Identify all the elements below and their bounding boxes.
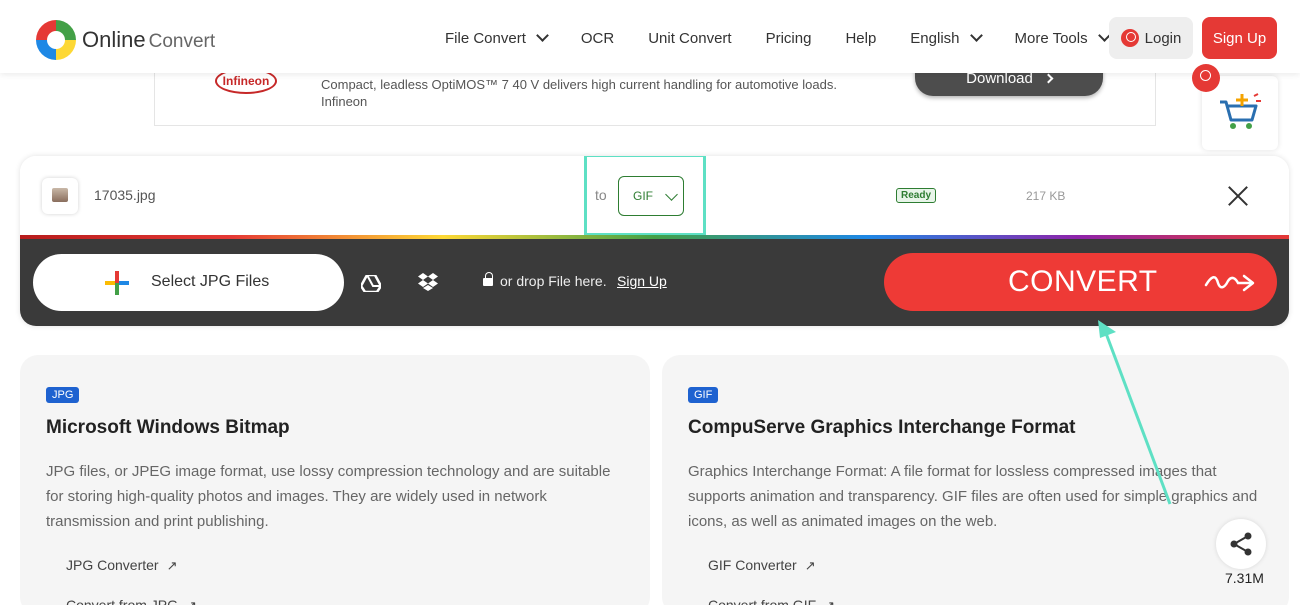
jpg-info-card: JPG Microsoft Windows Bitmap JPG files, … — [20, 355, 650, 605]
select-files-label: Select JPG Files — [151, 273, 270, 290]
card-title: Microsoft Windows Bitmap — [46, 417, 290, 438]
external-link-icon: ↗ — [824, 598, 835, 605]
select-files-button[interactable]: Select JPG Files — [33, 254, 344, 311]
logo-text: Online Convert — [82, 27, 215, 53]
gif-converter-link[interactable]: GIF Converter ↗ — [708, 557, 816, 574]
cart-plus-icon — [1220, 93, 1261, 129]
annotation-arrow — [1098, 320, 1172, 505]
nav-language[interactable]: English — [910, 29, 983, 47]
card-title: CompuServe Graphics Interchange Format — [688, 417, 1076, 438]
chevron-down-icon — [969, 29, 983, 42]
drop-hint: or drop File here. — [500, 273, 607, 289]
file-name: 17035.jpg — [94, 187, 156, 203]
nav-language-label: English — [910, 29, 960, 47]
login-button[interactable]: Login — [1109, 17, 1193, 59]
close-icon[interactable] — [1228, 186, 1248, 206]
share-count: 7.31M — [1225, 570, 1264, 586]
share-button[interactable] — [1216, 519, 1266, 569]
nav-unit-convert[interactable]: Unit Convert — [648, 30, 731, 47]
ad-text: Compact, leadless OptiMOS™ 7 40 V delive… — [321, 76, 837, 110]
link-label: GIF Converter — [708, 557, 797, 573]
external-link-icon: ↗ — [166, 558, 178, 573]
nav-more-tools-label: More Tools — [1014, 29, 1088, 47]
signup-button[interactable]: Sign Up — [1202, 17, 1277, 59]
nav-more-tools[interactable]: More Tools — [1014, 29, 1111, 47]
nav-pricing-label: Pricing — [765, 29, 812, 47]
top-navigation: Online Convert File Convert OCR Unit Conv… — [0, 0, 1300, 73]
signup-label: Sign Up — [1212, 29, 1267, 47]
format-tag: GIF — [688, 387, 719, 403]
convert-label: CONVERT — [1008, 265, 1158, 298]
google-drive-icon[interactable] — [361, 275, 381, 292]
file-size: 217 KB — [1026, 189, 1066, 203]
target-format-select[interactable]: GIF — [618, 176, 684, 216]
card-description: JPG files, or JPEG image format, use los… — [46, 463, 611, 530]
file-thumbnail — [42, 178, 78, 214]
chevron-down-icon — [535, 29, 549, 42]
link-label: Convert from GIF — [708, 597, 817, 605]
status-badge: Ready — [896, 188, 937, 203]
lock-icon — [483, 272, 493, 288]
file-conversion-card: 17035.jpg to GIF Ready 217 KB Select JPG… — [20, 156, 1289, 326]
convert-arrow-icon — [1204, 274, 1255, 292]
plus-icon — [105, 271, 129, 295]
logo-main-text: Online — [82, 27, 146, 52]
link-label: Convert from JPG — [66, 597, 179, 605]
ad-line-2: Infineon — [321, 94, 368, 109]
jpg-converter-link[interactable]: JPG Converter ↗ — [66, 557, 178, 574]
upload-bar: Select JPG Files or drop File here. Sign… — [20, 239, 1289, 326]
external-link-icon: ↗ — [804, 558, 816, 573]
format-tag: JPG — [46, 387, 80, 403]
card-description: Graphics Interchange Format: A file form… — [688, 463, 1258, 530]
gif-info-card: GIF CompuServe Graphics Interchange Form… — [662, 355, 1289, 605]
to-label: to — [595, 187, 607, 203]
nav-help[interactable]: Help — [845, 30, 876, 47]
convert-button[interactable]: CONVERT — [884, 253, 1277, 311]
convert-from-gif-link[interactable]: Convert from GIF ↗ — [708, 597, 835, 605]
link-label: JPG Converter — [66, 557, 159, 573]
nav-pricing[interactable]: Pricing — [766, 30, 812, 47]
nav-ocr[interactable]: OCR — [581, 30, 614, 47]
drop-signup-link[interactable]: Sign Up — [617, 273, 667, 289]
user-badge-icon[interactable] — [1192, 64, 1220, 92]
login-label: Login — [1144, 29, 1182, 47]
nav-file-convert[interactable]: File Convert — [445, 29, 549, 47]
nav-help-label: Help — [845, 29, 877, 47]
nav-file-convert-label: File Convert — [445, 29, 526, 47]
nav-unit-convert-label: Unit Convert — [648, 29, 732, 47]
convert-from-jpg-link[interactable]: Convert from JPG ↗ — [66, 597, 197, 605]
target-format-value: GIF — [633, 189, 653, 203]
nav-ocr-label: OCR — [580, 29, 615, 47]
user-icon — [1120, 29, 1139, 47]
logo-sub-text: Convert — [148, 31, 216, 52]
share-icon — [1230, 532, 1252, 556]
logo-icon — [36, 20, 76, 60]
external-link-icon: ↗ — [186, 598, 197, 605]
chevron-right-icon — [1043, 73, 1054, 83]
logo[interactable]: Online Convert — [36, 20, 215, 60]
chevron-down-icon — [665, 187, 678, 201]
ad-line-1: Compact, leadless OptiMOS™ 7 40 V delive… — [321, 77, 837, 92]
dropbox-icon[interactable] — [418, 273, 438, 291]
file-row: 17035.jpg to GIF Ready 217 KB — [20, 156, 1289, 236]
